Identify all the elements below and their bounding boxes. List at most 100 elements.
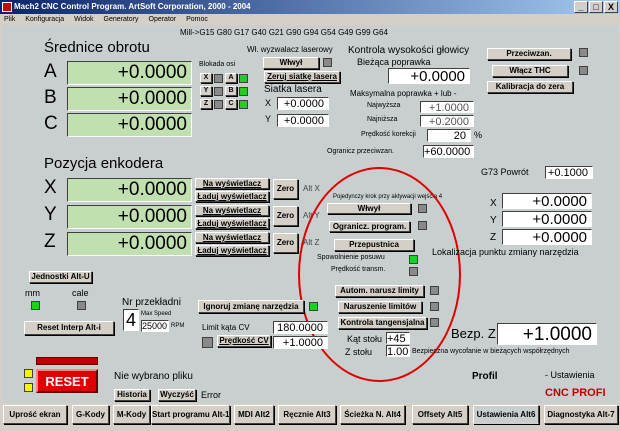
lock-b-button[interactable]: B (225, 86, 237, 96)
active-gcodes: Mill->G15 G80 G17 G40 G21 G90 G94 G54 G4… (180, 28, 388, 37)
tab-toolpath[interactable]: Ścieżka N. Alt4 (340, 405, 405, 424)
max-speed-value[interactable]: 25000 (141, 320, 169, 332)
lowest-label: Najniższa (367, 116, 398, 123)
enc-z-value[interactable]: +0.0000 (67, 232, 192, 256)
enc-z-to-display[interactable]: Na wyświetlacz (195, 232, 269, 243)
enc-y-to-display[interactable]: Na wyświetlacz (195, 205, 269, 216)
window-title: Mach2 CNC Control Program. ArtSoft Corpo… (14, 2, 251, 11)
tab-manual[interactable]: Ręcznie Alt3 (278, 405, 336, 424)
reset-interp-button[interactable]: Reset Interp Alt-i (24, 321, 114, 335)
app-icon (2, 2, 12, 12)
lock-z-button[interactable]: Z (200, 99, 212, 109)
enc-y-value[interactable]: +0.0000 (67, 205, 192, 229)
cv-angle-value[interactable]: 180.0000 (273, 321, 328, 334)
enc-x-load-display[interactable]: Ładuj wyświetlacz (195, 191, 269, 202)
reset-button[interactable]: RESET (36, 369, 98, 393)
no-file-label: Nie wybrano pliku (114, 371, 193, 382)
tab-simplify-screen[interactable]: Uprość ekran (3, 405, 67, 424)
rpm-label: RPM (171, 323, 185, 329)
enc-x-value[interactable]: +0.0000 (67, 178, 192, 202)
tc-x-value[interactable]: +0.0000 (502, 193, 592, 210)
tab-offsets[interactable]: Offsety Alt5 (412, 405, 468, 424)
g73-value[interactable]: +0.1000 (545, 166, 593, 179)
lock-x-button[interactable]: X (200, 73, 212, 83)
safe-z-value[interactable]: +1.0000 (497, 323, 597, 345)
highest-value[interactable]: +1.0000 (420, 101, 474, 114)
ignore-toolchange-button[interactable]: Ignoruj zmianę narzędzia (198, 300, 304, 313)
laser-x-value[interactable]: +0.0000 (277, 97, 329, 110)
laser-led (323, 58, 332, 67)
enable-thc-button[interactable]: Włącz THC (492, 65, 568, 77)
limit-value[interactable]: +60.0000 (423, 145, 474, 158)
laser-grid-title: Siatka lasera (264, 84, 322, 95)
inch-label: cale (72, 288, 89, 298)
enc-y-load-display[interactable]: Ładuj wyświetlacz (195, 218, 269, 229)
calibrate-zero-button[interactable]: Kalibracja do zera (487, 81, 573, 93)
tc-y-label: Y (490, 215, 497, 226)
status-led-2 (24, 383, 33, 392)
tab-program-run[interactable]: Start programu Alt-1 (151, 405, 230, 424)
lowest-value[interactable]: +0.2000 (420, 115, 474, 128)
highest-label: Najwyższa (367, 102, 401, 109)
correction-speed-value[interactable]: 20 (427, 129, 471, 142)
enc-x-to-display[interactable]: Na wyświetlacz (195, 178, 269, 189)
spindle-title: Średnice obrotu (44, 39, 150, 56)
current-offset-value[interactable]: +0.0000 (388, 68, 470, 85)
maximize-button[interactable]: □ (589, 1, 603, 13)
menu-config[interactable]: Konfiguracja (25, 16, 64, 23)
menu-view[interactable]: Widok (74, 16, 93, 23)
thc-led (579, 66, 588, 75)
lock-b-led (239, 87, 248, 96)
laser-y-label: Y (265, 114, 272, 124)
enc-z-zero[interactable]: Zero (273, 233, 298, 253)
reset-laser-grid-button[interactable]: Zeruj siatkę lasera (264, 71, 340, 83)
units-button[interactable]: Jednostki Alt-U (29, 271, 92, 283)
menu-help[interactable]: Pomoc (186, 16, 208, 23)
profile-value: - Ustawienia (545, 370, 595, 380)
tc-z-value[interactable]: +0.0000 (502, 229, 592, 246)
dro-a[interactable]: +0.0000 (67, 61, 192, 85)
lock-a-button[interactable]: A (225, 73, 237, 83)
height-control-title: Kontrola wysokości głowicy (348, 45, 470, 56)
tc-y-value[interactable]: +0.0000 (502, 211, 592, 228)
menu-file[interactable]: Plik (4, 16, 15, 23)
enc-x-zero[interactable]: Zero (273, 179, 298, 199)
limit-label: Ogranicz przeciwzan. (327, 148, 394, 155)
anti-collision-led (579, 48, 588, 57)
laser-trigger-label: Wł. wyzwalacz laserowy (247, 45, 333, 54)
cv-speed-value[interactable]: +1.0000 (273, 336, 328, 349)
alt-x-label: Alt X (303, 184, 320, 193)
laser-x-label: X (265, 98, 272, 108)
inch-led (77, 301, 86, 310)
enc-y-zero[interactable]: Zero (273, 206, 298, 226)
menu-generators[interactable]: Generatory (104, 16, 139, 23)
menu-operator[interactable]: Operator (149, 16, 177, 23)
close-button[interactable]: X (604, 1, 618, 13)
tab-diagnostics[interactable]: Diagnostyka Alt-7 (544, 405, 618, 424)
menu-bar: Plik Konfiguracja Widok Generatory Opera… (0, 14, 620, 25)
anti-collision-button[interactable]: Przeciwzan. (487, 48, 571, 60)
dro-b[interactable]: +0.0000 (67, 87, 192, 111)
tab-mdi[interactable]: MDI Alt2 (234, 405, 274, 424)
laser-y-value[interactable]: +0.0000 (277, 114, 329, 127)
gear-value[interactable]: 4 (123, 309, 139, 331)
dro-c[interactable]: +0.0000 (67, 113, 192, 137)
lock-c-button[interactable]: C (225, 99, 237, 109)
enc-z-load-display[interactable]: Ładuj wyświetlacz (195, 245, 269, 256)
cv-speed-button[interactable]: Prędkość CV (217, 335, 271, 347)
laser-onoff-button[interactable]: Włwył (263, 57, 319, 69)
max-offset-title: Maksymalna poprawka + lub - (350, 89, 457, 98)
tab-settings[interactable]: Ustawienia Alt6 (473, 405, 539, 424)
enc-z-label: Z (44, 231, 56, 252)
lock-x-led (214, 74, 223, 83)
tab-g-codes[interactable]: G-Kody (72, 405, 109, 424)
minimize-button[interactable]: _ (574, 1, 588, 13)
safe-z-note: Bezpieczna wycofanie w bieżących współrz… (412, 348, 570, 355)
axis-a-label: A (44, 61, 57, 82)
lock-y-button[interactable]: Y (200, 86, 212, 96)
history-button[interactable]: Historia (114, 389, 150, 401)
clear-button[interactable]: Wyczyść (158, 389, 196, 401)
tab-m-codes[interactable]: M-Kody (113, 405, 150, 424)
axis-b-label: B (44, 87, 57, 108)
tc-x-label: X (490, 198, 497, 209)
